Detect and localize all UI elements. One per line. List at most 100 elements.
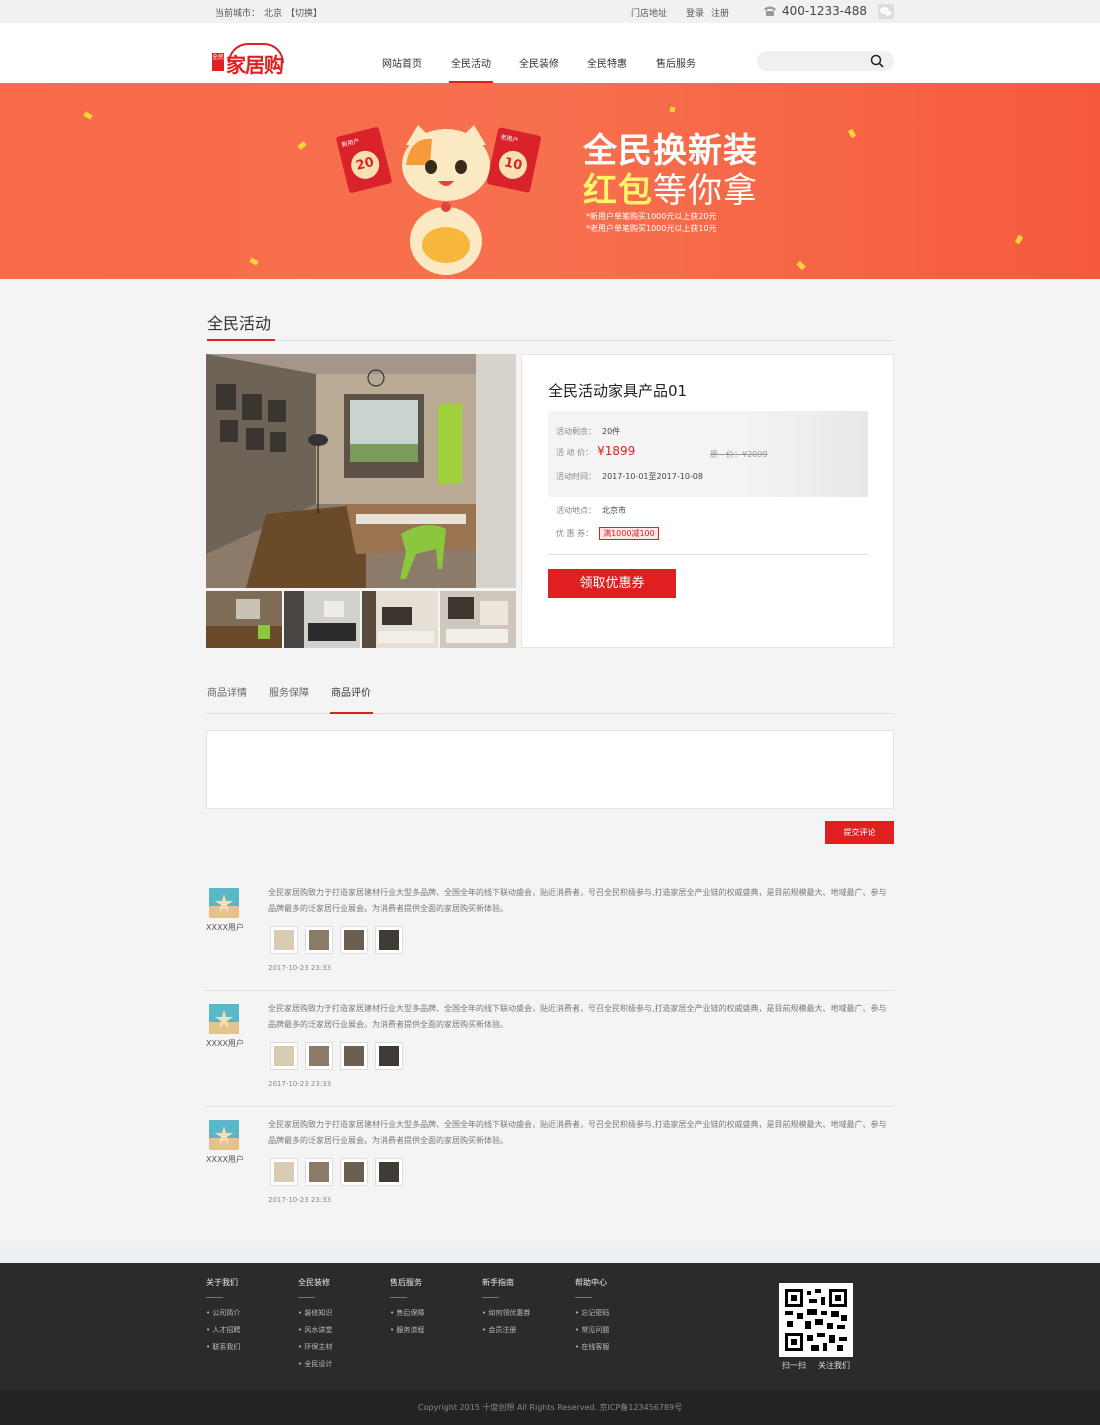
review-image[interactable]: [305, 1158, 333, 1186]
red-envelope-value: 10: [496, 148, 530, 182]
store-address-link[interactable]: 门店地址: [631, 6, 667, 19]
phone-icon: [764, 6, 776, 16]
product-thumbnail[interactable]: [440, 591, 516, 648]
footer-link[interactable]: 在线客服: [575, 1342, 655, 1359]
product-thumbnail[interactable]: [206, 591, 282, 648]
nav-after-sales[interactable]: 售后服务: [656, 55, 696, 70]
product-thumbnail[interactable]: [284, 591, 360, 648]
wechat-icon[interactable]: [878, 4, 894, 19]
orig-price-label: 原 价：: [710, 450, 742, 459]
review-date: 2017-10-23 23:33: [268, 964, 332, 972]
review-image[interactable]: [340, 1042, 368, 1070]
review-image[interactable]: [340, 926, 368, 954]
banner-note-new: *新用户单笔购买1000元以上获20元: [586, 212, 717, 221]
review-date: 2017-10-23 23:33: [268, 1196, 332, 1204]
footer-column-guide: 新手指南 如何领优惠券 会员注册: [482, 1277, 562, 1342]
submit-comment-button[interactable]: 提交评论: [825, 821, 894, 844]
tab-details[interactable]: 商品详情: [207, 684, 247, 699]
city-name: 北京: [264, 9, 283, 19]
review-image[interactable]: [305, 1042, 333, 1070]
search-icon[interactable]: [870, 54, 884, 68]
review-username[interactable]: XXXX用户: [206, 922, 244, 933]
nav-decoration[interactable]: 全民装修: [519, 55, 559, 70]
top-bar: 当前城市： 北京 【切换】 门店地址 登录 注册 400-1233-488: [0, 0, 1100, 23]
review-image[interactable]: [270, 926, 298, 954]
product-thumbnail[interactable]: [362, 591, 438, 648]
promo-banner[interactable]: 新用户 20 老用户 10 全民换新装 红包等你拿 *新用户单笔购买1000元以…: [0, 83, 1100, 279]
active-tab-underline: [330, 712, 373, 714]
review-image[interactable]: [375, 1042, 403, 1070]
footer-link[interactable]: 如何领优惠券: [482, 1308, 562, 1325]
review-image[interactable]: [375, 1158, 403, 1186]
footer-link[interactable]: 联系我们: [206, 1342, 286, 1359]
activity-remain-row: 活动剩余： 20件: [556, 426, 620, 437]
confetti-decoration: [297, 141, 307, 150]
red-envelope-value: 20: [348, 147, 383, 182]
product-name: 全民活动家具产品01: [548, 382, 688, 400]
footer-link[interactable]: 装修知识: [298, 1308, 378, 1325]
activity-time-row: 活动时间： 2017-10-01至2017-10-08: [556, 471, 703, 482]
nav-activities[interactable]: 全民活动: [449, 55, 493, 83]
get-coupon-button[interactable]: 领取优惠券: [548, 569, 676, 598]
footer-column-help: 帮助中心 忘记密码 常见问题 在线客服: [575, 1277, 655, 1359]
red-envelope-tag: 新用户: [340, 137, 361, 149]
tab-reviews[interactable]: 商品评价: [331, 684, 371, 699]
confetti-decoration: [249, 257, 259, 266]
review-username[interactable]: XXXX用户: [206, 1154, 244, 1165]
comment-input[interactable]: [206, 730, 894, 809]
red-envelope-new-user: 新用户 20: [335, 126, 393, 194]
site-logo[interactable]: 全民 家居购: [212, 43, 290, 77]
footer-link[interactable]: 会员注册: [482, 1325, 562, 1342]
city-switch-link[interactable]: 【切换】: [286, 9, 322, 19]
footer-link[interactable]: 服务流程: [390, 1325, 470, 1342]
footer-title-bar: [206, 1297, 223, 1298]
product-tabs: 商品详情 服务保障 商品评价: [206, 680, 894, 714]
footer-title-bar: [575, 1297, 592, 1298]
footer-column-about: 关于我们 公司简介 人才招聘 联系我们: [206, 1277, 286, 1359]
review-item: XXXX用户 全民家居购致力于打造家居建材行业大型多品牌、全国全年的线下联动盛会…: [206, 991, 894, 1107]
info-divider: [548, 554, 868, 555]
footer-column-title: 帮助中心: [575, 1278, 607, 1287]
footer-link[interactable]: 售后保障: [390, 1308, 470, 1325]
tab-service[interactable]: 服务保障: [269, 684, 309, 699]
review-username[interactable]: XXXX用户: [206, 1038, 244, 1049]
confetti-decoration: [83, 111, 93, 120]
review-image[interactable]: [305, 926, 333, 954]
user-avatar[interactable]: [209, 888, 239, 918]
review-text: 全民家居购致力于打造家居建材行业大型多品牌、全国全年的线下联动盛会，贴近消费者，…: [268, 1120, 887, 1145]
footer-stripe: [0, 1241, 1100, 1263]
footer-link[interactable]: 人才招聘: [206, 1325, 286, 1342]
qr-scan-label: 扫一扫: [782, 1361, 806, 1370]
review-image[interactable]: [375, 926, 403, 954]
nav-deals[interactable]: 全民特惠: [587, 55, 627, 70]
review-image[interactable]: [270, 1158, 298, 1186]
footer-link[interactable]: 环保主材: [298, 1342, 378, 1359]
footer-link[interactable]: 忘记密码: [575, 1308, 655, 1325]
nav-home[interactable]: 网站首页: [382, 55, 422, 70]
cat-mascot-image: [402, 125, 490, 275]
product-main-image[interactable]: [206, 354, 516, 588]
review-text: 全民家居购致力于打造家居建材行业大型多品牌、全国全年的线下联动盛会，贴近消费者，…: [268, 888, 887, 913]
user-avatar[interactable]: [209, 1004, 239, 1034]
footer-link[interactable]: 常见问题: [575, 1325, 655, 1342]
coupon-tag[interactable]: 满1000减100: [599, 527, 659, 540]
coupon-label: 优 惠 券：: [556, 529, 594, 538]
footer-column-title: 全民装修: [298, 1278, 330, 1287]
city-label: 当前城市：: [215, 9, 261, 19]
review-image[interactable]: [270, 1042, 298, 1070]
logo-text: 家居购: [226, 53, 284, 77]
footer-column-title: 售后服务: [390, 1278, 422, 1287]
footer-link[interactable]: 全民设计: [298, 1359, 378, 1376]
footer-link[interactable]: 公司简介: [206, 1308, 286, 1325]
city-selector: 当前城市： 北京 【切换】: [215, 6, 326, 19]
footer-title-bar: [298, 1297, 315, 1298]
banner-subheadline: 红包等你拿: [583, 163, 758, 212]
login-link[interactable]: 登录: [686, 6, 704, 19]
activity-price-row: 活 动 价： ¥1899: [556, 444, 635, 458]
remain-label: 活动剩余：: [556, 427, 596, 436]
review-image[interactable]: [340, 1158, 368, 1186]
user-avatar[interactable]: [209, 1120, 239, 1150]
register-link[interactable]: 注册: [711, 6, 729, 19]
banner-highlight: 红包: [583, 171, 653, 211]
footer-link[interactable]: 风水讲堂: [298, 1325, 378, 1342]
